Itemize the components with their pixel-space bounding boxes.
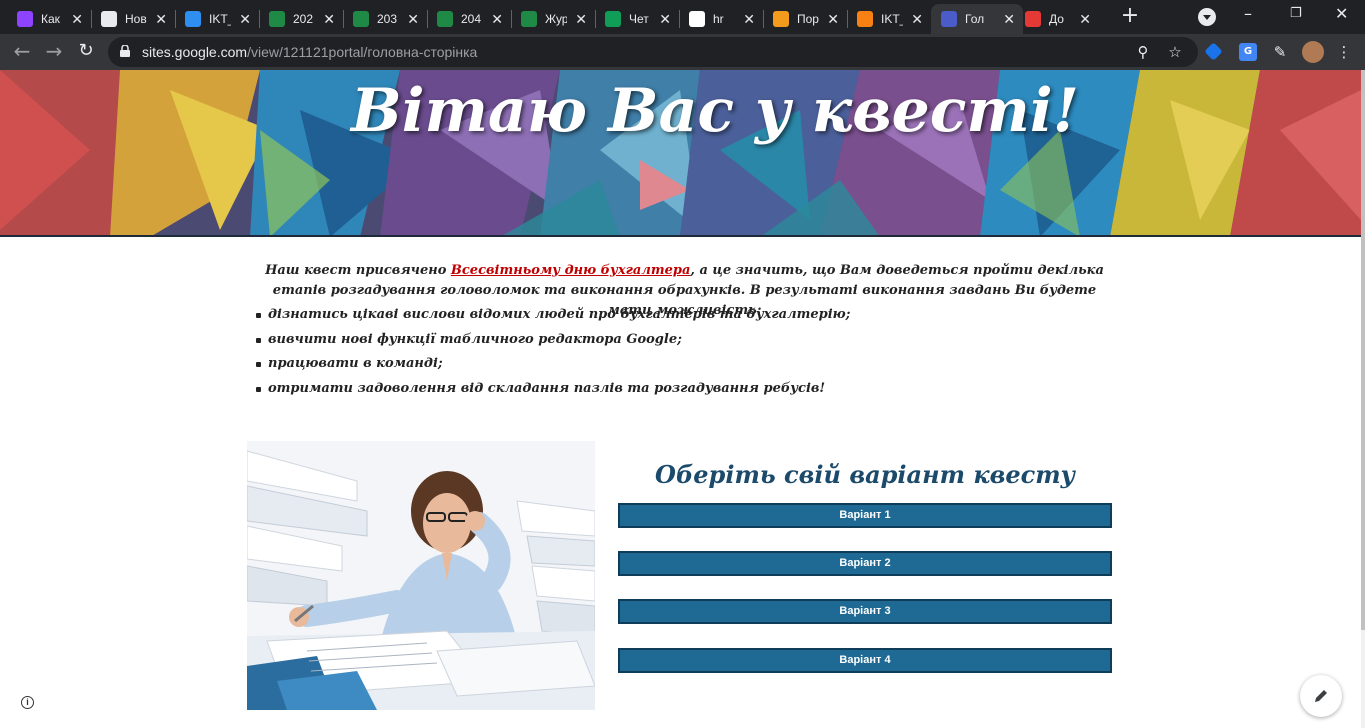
browser-tab[interactable]: hr ✕ [679, 4, 763, 34]
profile-avatar[interactable] [1302, 41, 1324, 63]
variant-3-button[interactable]: Варіант 3 [618, 599, 1112, 624]
tab-title: IKT_ [209, 12, 231, 26]
close-tab-icon[interactable]: ✕ [155, 11, 167, 27]
tab-title: hr [713, 12, 724, 26]
moodle-icon [857, 11, 873, 27]
zoom-icon[interactable]: ⚲ [1134, 43, 1152, 61]
tab-title: 203 [377, 12, 398, 26]
site-page: Вітаю Вас у квесті! Наш квест присвячено… [0, 70, 1365, 728]
hero-divider [0, 235, 1361, 237]
page-title: Вітаю Вас у квесті! [351, 76, 1079, 146]
close-tab-icon[interactable]: ✕ [827, 11, 839, 27]
browser-tab[interactable]: 203 ✕ [343, 4, 427, 34]
translate-extension-icon[interactable]: G [1239, 43, 1257, 61]
variant-4-button[interactable]: Варіант 4 [618, 648, 1112, 673]
tab-title: 204 [461, 12, 482, 26]
tab-search-button[interactable] [1198, 8, 1216, 26]
minimize-button[interactable]: – [1244, 4, 1252, 23]
list-item: вивчити нові функції табличного редактор… [256, 330, 1108, 355]
sheets-icon [605, 11, 621, 27]
tab-title: Как [41, 12, 60, 26]
target-icon [1025, 11, 1041, 27]
tab-title: Чет [629, 12, 649, 26]
tab-title: До [1049, 12, 1064, 26]
forward-button[interactable]: → [42, 40, 66, 64]
close-tab-icon[interactable]: ✕ [407, 11, 419, 27]
browser-tab[interactable]: IKT_ ✕ [175, 4, 259, 34]
list-item: дізнатись цікаві вислови відомих людей п… [256, 305, 1108, 330]
tab-title: Нов [125, 12, 147, 26]
browser-tab[interactable]: IKT_ ✕ [847, 4, 931, 34]
back-button[interactable]: ← [10, 40, 34, 64]
hero-banner: Вітаю Вас у квесті! [0, 70, 1361, 237]
close-tab-icon[interactable]: ✕ [575, 11, 587, 27]
variant-heading: Оберіть свій варіант квесту [655, 460, 1075, 489]
edit-button[interactable] [1300, 675, 1342, 717]
extensions-puzzle-icon[interactable]: ✎ [1271, 43, 1289, 61]
pencil-icon [1315, 690, 1327, 702]
lock-icon[interactable] [120, 45, 130, 57]
excel-icon [353, 11, 369, 27]
site-icon [773, 11, 789, 27]
intro-text-start: Наш квест присвячено [265, 263, 451, 278]
bookmark-star-icon[interactable]: ☆ [1166, 43, 1184, 61]
browser-tab[interactable]: Жур ✕ [511, 4, 595, 34]
page-scrollbar[interactable] [1361, 70, 1365, 728]
browser-tab[interactable]: 204 ✕ [427, 4, 511, 34]
accountant-photo [247, 441, 595, 710]
excel-icon [269, 11, 285, 27]
scrollbar-thumb[interactable] [1361, 70, 1365, 630]
browser-toolbar: ← → ↻ sites.google.com/view/121121portal… [0, 34, 1365, 70]
google-icon [689, 11, 705, 27]
close-tab-icon[interactable]: ✕ [659, 11, 671, 27]
list-item: отримати задоволення від складання пазлі… [256, 379, 1108, 404]
tab-title: Жур [545, 12, 567, 26]
variant-2-button[interactable]: Варіант 2 [618, 551, 1112, 576]
close-tab-icon[interactable]: ✕ [1003, 11, 1015, 27]
close-tab-icon[interactable]: ✕ [491, 11, 503, 27]
close-window-button[interactable]: ✕ [1335, 4, 1348, 23]
chrome-icon [101, 11, 117, 27]
extension-shield-icon[interactable] [1204, 42, 1223, 61]
reload-button[interactable]: ↻ [74, 40, 98, 64]
browser-tab[interactable]: До ✕ [1015, 4, 1099, 34]
close-tab-icon[interactable]: ✕ [323, 11, 335, 27]
close-tab-icon[interactable]: ✕ [911, 11, 923, 27]
browser-tab[interactable]: Нов ✕ [91, 4, 175, 34]
close-tab-icon[interactable]: ✕ [1079, 11, 1091, 27]
tab-title: IKT_ [881, 12, 903, 26]
excel-icon [521, 11, 537, 27]
excel-icon [437, 11, 453, 27]
new-tab-button[interactable]: + [1119, 5, 1141, 28]
address-bar[interactable]: sites.google.com/view/121121portal/голов… [108, 37, 1198, 67]
browser-tab[interactable]: Гол ✕ [931, 4, 1023, 34]
menu-kebab-icon[interactable]: ⋮ [1335, 43, 1353, 61]
close-tab-icon[interactable]: ✕ [743, 11, 755, 27]
url-text: sites.google.com/view/121121portal/голов… [142, 44, 478, 60]
close-tab-icon[interactable]: ✕ [239, 11, 251, 27]
tab-title: Гол [965, 12, 985, 26]
tab-title: Пор [797, 12, 819, 26]
variant-1-button[interactable]: Варіант 1 [618, 503, 1112, 528]
info-icon[interactable]: i [21, 696, 34, 709]
tab-title: 202 [293, 12, 314, 26]
google-sites-icon [941, 11, 957, 27]
close-tab-icon[interactable]: ✕ [71, 11, 83, 27]
app-icon [17, 11, 33, 27]
browser-tab-strip: + – ❐ ✕ Как✕Нов✕IKT_✕202✕203✕204✕Жур✕Чет… [0, 0, 1365, 34]
browser-tab[interactable]: Пор ✕ [763, 4, 847, 34]
restore-button[interactable]: ❐ [1290, 6, 1302, 21]
list-item: працювати в команді; [256, 354, 1108, 379]
accountant-day-link[interactable]: Всесвітньому дню бухгалтера [451, 263, 690, 278]
browser-tab[interactable]: 202 ✕ [259, 4, 343, 34]
benefits-list: дізнатись цікаві вислови відомих людей п… [256, 305, 1108, 404]
browser-tab[interactable]: Чет ✕ [595, 4, 679, 34]
browser-tab[interactable]: Как ✕ [7, 4, 91, 34]
onedrive-icon [185, 11, 201, 27]
